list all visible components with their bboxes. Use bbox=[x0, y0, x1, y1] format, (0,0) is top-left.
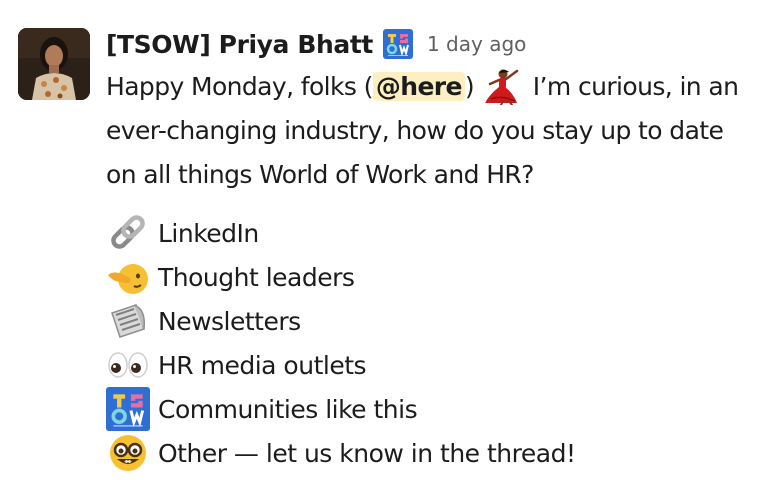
list-item-label: LinkedIn bbox=[158, 218, 259, 248]
timestamp[interactable]: 1 day ago bbox=[427, 32, 526, 56]
sender-name[interactable]: [TSOW] Priya Bhatt bbox=[106, 30, 373, 59]
list-item: Newsletters bbox=[106, 299, 751, 343]
message-content: [TSOW] Priya Bhatt 1 day ago Happy Monda… bbox=[106, 24, 751, 475]
nerd-face-icon bbox=[106, 431, 152, 475]
list-item: Communities like this bbox=[106, 387, 751, 431]
message: [TSOW] Priya Bhatt 1 day ago Happy Monda… bbox=[0, 0, 760, 480]
message-header: [TSOW] Priya Bhatt 1 day ago bbox=[106, 24, 751, 64]
message-text-start: Happy Monday, folks ( bbox=[106, 72, 373, 101]
eyes-icon bbox=[106, 343, 152, 387]
list-item: Other — let us know in the thread! bbox=[106, 431, 751, 475]
here-mention[interactable]: @here bbox=[372, 72, 465, 101]
list-item-label: HR media outlets bbox=[158, 350, 367, 380]
message-body: Happy Monday, folks (@here) I’m curious,… bbox=[106, 65, 751, 197]
list-item-label: Other — let us know in the thread! bbox=[158, 438, 576, 468]
list-item: Thought leaders bbox=[106, 255, 751, 299]
pointing-face-icon bbox=[106, 255, 152, 299]
list-item-label: Communities like this bbox=[158, 394, 418, 424]
avatar[interactable] bbox=[18, 28, 90, 100]
tsow-logo-icon bbox=[382, 29, 413, 59]
list-item-label: Newsletters bbox=[158, 306, 301, 336]
options-list: LinkedIn Thought leaders Newsletters HR … bbox=[106, 211, 751, 475]
dancer-icon bbox=[481, 65, 525, 106]
tsow-logo-icon bbox=[106, 387, 152, 431]
list-item-label: Thought leaders bbox=[158, 262, 355, 292]
list-item: HR media outlets bbox=[106, 343, 751, 387]
link-icon bbox=[106, 211, 152, 255]
list-item: LinkedIn bbox=[106, 211, 751, 255]
newspaper-icon bbox=[106, 299, 152, 343]
message-text-paren: ) bbox=[464, 72, 475, 101]
